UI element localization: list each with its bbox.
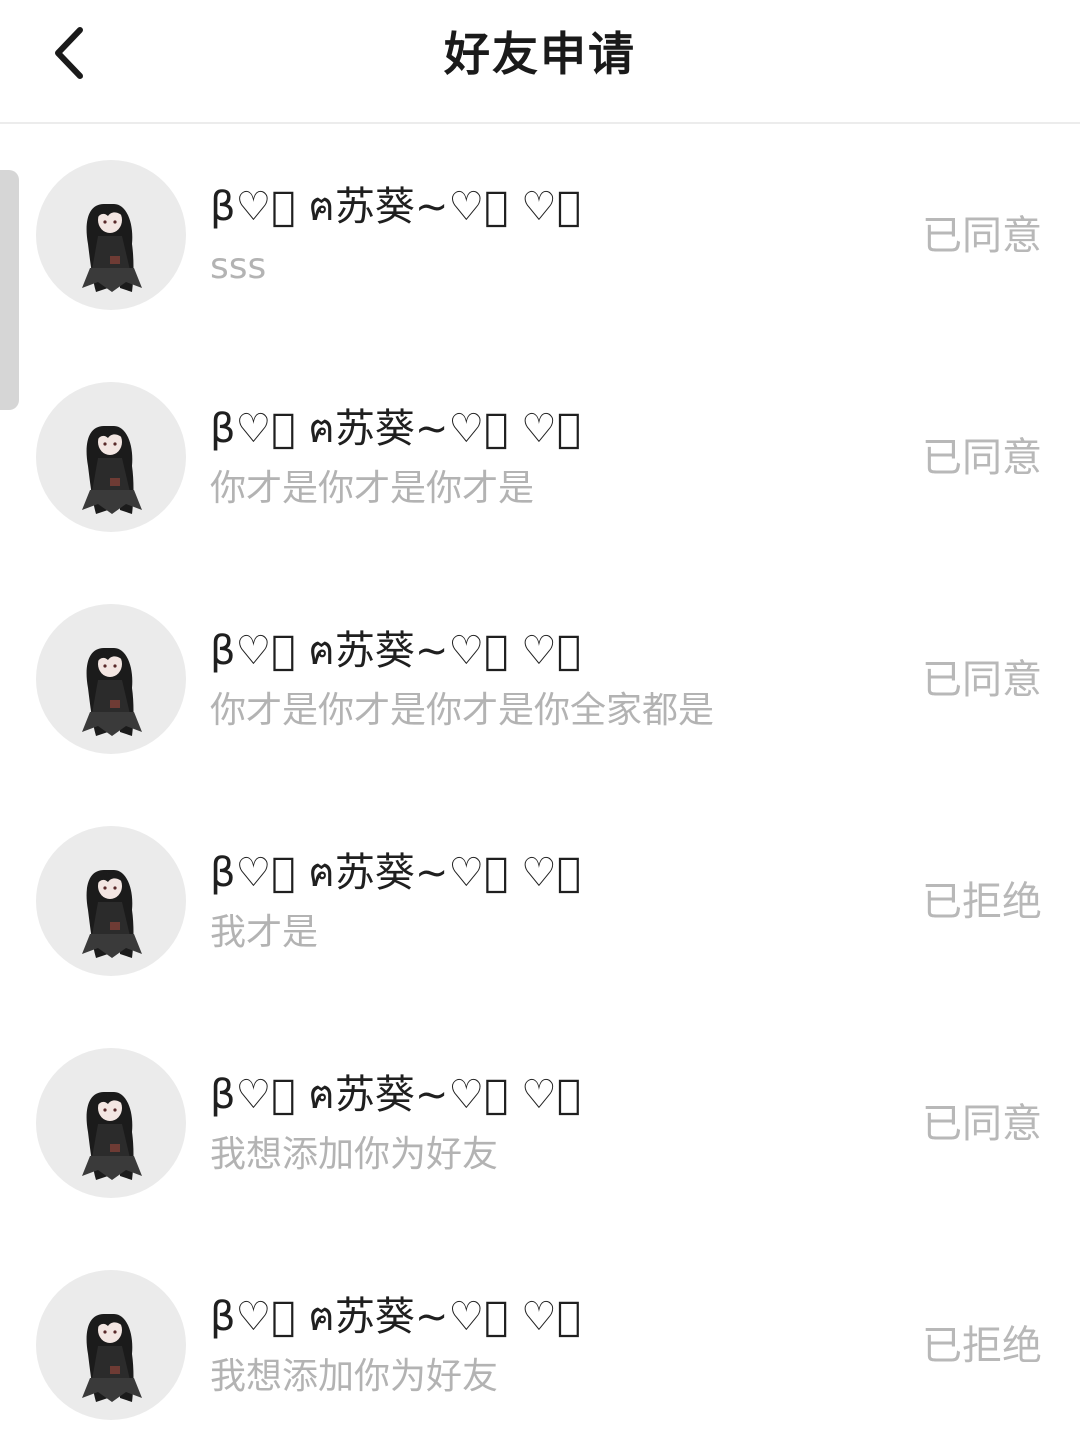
page-title: 好友申请 <box>444 27 636 81</box>
friend-request-item[interactable]: β♡ᷝ ฅ苏葵~♡ᷝ ♡ᷝ 你才是你才是你才是你全家都是 已同意 <box>0 568 1080 790</box>
top-bar: 好友申请 <box>0 0 1080 124</box>
character-illustration <box>82 1314 142 1402</box>
friend-request-item[interactable]: β♡ᷝ ฅ苏葵~♡ᷝ ♡ᷝ 我想添加你为好友 已同意 <box>0 1012 1080 1234</box>
friend-request-item[interactable]: β♡ᷝ ฅ苏葵~♡ᷝ ♡ᷝ 你才是你才是你才是 已同意 <box>0 346 1080 568</box>
avatar[interactable] <box>36 382 186 532</box>
character-illustration <box>82 426 142 514</box>
request-message: sss <box>210 246 267 287</box>
requester-name: β♡ᷝ ฅ苏葵~♡ᷝ ♡ᷝ <box>210 850 581 896</box>
avatar[interactable] <box>36 1270 186 1420</box>
character-illustration <box>82 648 142 736</box>
avatar[interactable] <box>36 160 186 310</box>
requester-name: β♡ᷝ ฅ苏葵~♡ᷝ ♡ᷝ <box>210 184 581 230</box>
request-message: 我想添加你为好友 <box>210 1134 499 1175</box>
request-status: 已同意 <box>922 435 1042 481</box>
requester-name: β♡ᷝ ฅ苏葵~♡ᷝ ♡ᷝ <box>210 628 581 674</box>
character-illustration <box>82 870 142 958</box>
request-status: 已同意 <box>922 1101 1042 1147</box>
avatar[interactable] <box>36 826 186 976</box>
request-status: 已拒绝 <box>922 879 1042 925</box>
requester-name: β♡ᷝ ฅ苏葵~♡ᷝ ♡ᷝ <box>210 1072 581 1118</box>
requester-name: β♡ᷝ ฅ苏葵~♡ᷝ ♡ᷝ <box>210 406 581 452</box>
request-message: 我才是 <box>210 912 319 953</box>
request-message: 你才是你才是你才是你全家都是 <box>210 690 715 731</box>
request-message: 你才是你才是你才是 <box>210 468 535 509</box>
friend-request-item[interactable]: β♡ᷝ ฅ苏葵~♡ᷝ ♡ᷝ sss 已同意 <box>0 124 1080 346</box>
character-illustration <box>82 1092 142 1180</box>
request-message: 我想添加你为好友 <box>210 1356 499 1397</box>
friend-request-item[interactable]: β♡ᷝ ฅ苏葵~♡ᷝ ♡ᷝ 我才是 已拒绝 <box>0 790 1080 1012</box>
character-illustration <box>82 204 142 292</box>
friend-request-list: β♡ᷝ ฅ苏葵~♡ᷝ ♡ᷝ sss 已同意 β♡ᷝ ฅ苏葵~♡ᷝ ♡ᷝ 你才是你… <box>0 124 1080 1456</box>
requester-name: β♡ᷝ ฅ苏葵~♡ᷝ ♡ᷝ <box>210 1294 581 1340</box>
request-status: 已同意 <box>922 657 1042 703</box>
request-status: 已拒绝 <box>922 1323 1042 1369</box>
request-status: 已同意 <box>922 213 1042 259</box>
avatar[interactable] <box>36 604 186 754</box>
avatar[interactable] <box>36 1048 186 1198</box>
friend-request-item[interactable]: β♡ᷝ ฅ苏葵~♡ᷝ ♡ᷝ 我想添加你为好友 已拒绝 <box>0 1234 1080 1456</box>
